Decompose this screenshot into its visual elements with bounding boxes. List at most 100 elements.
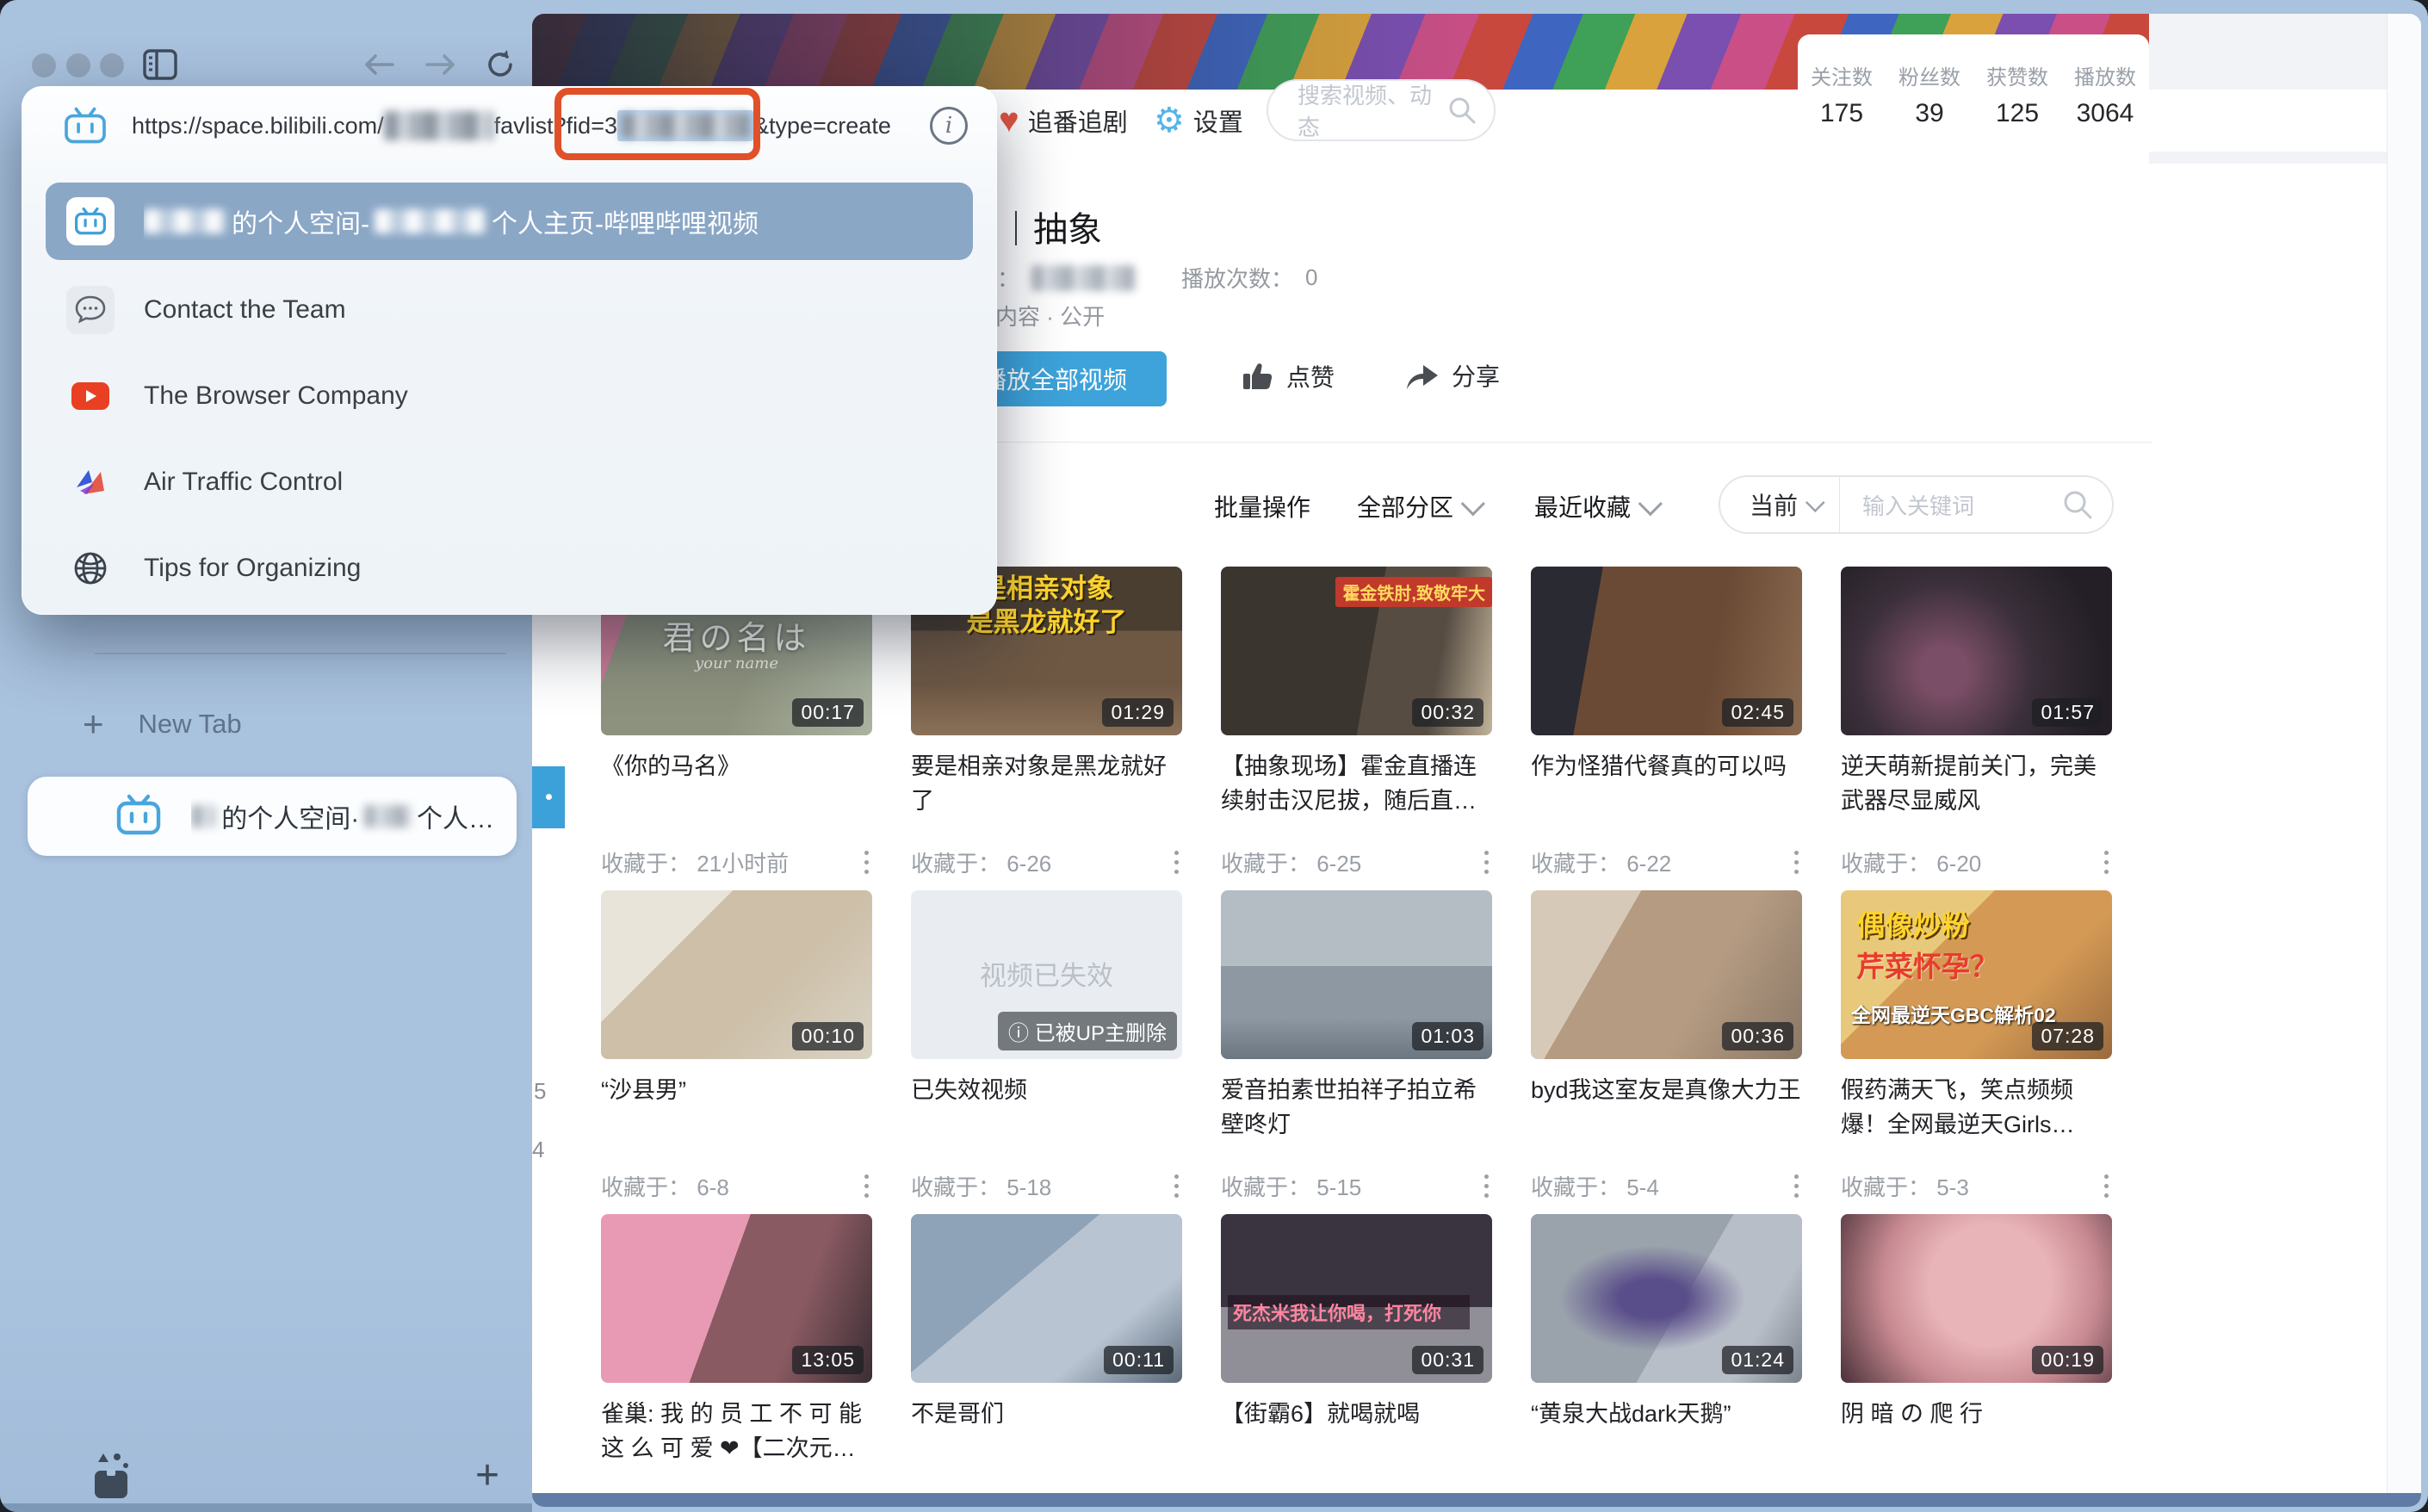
close-window-button[interactable]: [32, 53, 56, 77]
sidebar-toggle-icon[interactable]: [142, 46, 178, 83]
video-card[interactable]: 13:05 雀巢: 我 的 员 工 不 可 能 这 么 可 爱 ❤【二次元爆改 …: [601, 1214, 872, 1507]
suggestion-tips-organizing[interactable]: Tips for Organizing: [46, 527, 973, 610]
video-title[interactable]: “沙县男”: [601, 1073, 872, 1143]
url-text[interactable]: https://space.bilibili.com/ favlist? fid…: [132, 110, 891, 141]
more-options-icon[interactable]: [2101, 1171, 2112, 1201]
nav-item-bangumi[interactable]: ♥ 追番追剧: [999, 90, 1128, 152]
more-options-icon[interactable]: [861, 847, 872, 877]
video-thumbnail[interactable]: 视频已失效ⓘ 已被UP主删除: [911, 890, 1182, 1059]
video-thumbnail[interactable]: 07:28 偶像炒粉芹菜怀孕？全网最逆天GBC解析02: [1841, 890, 2112, 1059]
stat-following[interactable]: 关注数 175: [1798, 34, 1886, 153]
more-options-icon[interactable]: [1171, 847, 1182, 877]
video-title[interactable]: 雀巢: 我 的 员 工 不 可 能 这 么 可 爱 ❤【二次元爆改: [601, 1397, 872, 1467]
video-title[interactable]: 假药满天飞，笑点频频爆！全网最逆天Girls Band Cry解析: [1841, 1073, 2112, 1143]
video-card[interactable]: 00:10 “沙县男” 收藏于： 6-8: [601, 890, 872, 1214]
more-options-icon[interactable]: [1481, 1171, 1492, 1201]
more-options-icon[interactable]: [1791, 847, 1802, 877]
forward-icon[interactable]: [424, 50, 458, 79]
batch-operations-button[interactable]: 批量操作: [1214, 489, 1310, 524]
video-thumbnail[interactable]: 01:24: [1531, 1214, 1802, 1383]
video-thumbnail[interactable]: 13:05: [601, 1214, 872, 1383]
video-title[interactable]: “黄泉大战dark天鹅”: [1531, 1397, 1802, 1467]
video-card[interactable]: 00:36 byd我这室友是真像大力王 收藏于： 5-4: [1531, 890, 1802, 1214]
saved-date: 收藏于： 6-8: [601, 1170, 729, 1202]
minimize-window-button[interactable]: [66, 53, 90, 77]
more-options-icon[interactable]: [861, 1171, 872, 1201]
heart-icon: ♥: [999, 103, 1019, 138]
video-card[interactable]: 00:32 霍金铁肘,致敬牢大 【抽象现场】霍金直播连续射击汉尼拔，随后直播间被…: [1221, 567, 1492, 890]
video-title[interactable]: 阴 暗 の 爬 行: [1841, 1397, 2112, 1467]
video-card[interactable]: 00:17 君の名はyour name 《你的马名》 收藏于： 21小时前: [601, 567, 872, 890]
video-title[interactable]: 要是相亲对象是黑龙就好了: [911, 749, 1182, 820]
video-title[interactable]: 【街霸6】就喝就喝: [1221, 1397, 1492, 1467]
video-title[interactable]: 【抽象现场】霍金直播连续射击汉尼拔，随后直播间被封: [1221, 749, 1492, 820]
video-thumbnail[interactable]: 02:45: [1531, 567, 1802, 735]
video-meta-row: 收藏于： 6-22: [1531, 846, 1802, 878]
video-card[interactable]: 01:29 是相亲对象 是黑龙就好了 要是相亲对象是黑龙就好了 收藏于： 6-2…: [911, 567, 1182, 890]
space-search-box[interactable]: 搜索视频、动态: [1267, 79, 1496, 141]
video-card[interactable]: 02:45 作为怪猎代餐真的可以吗 收藏于： 6-22: [1531, 567, 1802, 890]
video-thumbnail[interactable]: 00:19: [1841, 1214, 2112, 1383]
search-scope-dropdown[interactable]: 当前: [1720, 487, 1839, 522]
video-card[interactable]: 视频已失效ⓘ 已被UP主删除 已失效视频 收藏于： 5-18: [911, 890, 1182, 1214]
video-thumbnail[interactable]: 01:57: [1841, 567, 2112, 735]
leftnav-count: 4: [532, 1137, 544, 1163]
url-bar[interactable]: https://space.bilibili.com/ favlist? fid…: [22, 86, 997, 165]
category-dropdown[interactable]: 全部分区: [1357, 489, 1479, 524]
video-title[interactable]: 已失效视频: [911, 1073, 1182, 1143]
video-title[interactable]: 不是哥们: [911, 1397, 1182, 1467]
library-icon[interactable]: [83, 1448, 139, 1502]
video-title[interactable]: 爱音拍素世拍祥子拍立希壁咚灯: [1221, 1073, 1492, 1143]
video-title[interactable]: 《你的马名》: [601, 749, 872, 820]
video-title[interactable]: 作为怪猎代餐真的可以吗: [1531, 749, 1802, 820]
thumbnail-caption: 君の名は: [601, 611, 872, 659]
keyword-search-box[interactable]: 当前 输入关键词: [1719, 475, 2114, 534]
sort-dropdown[interactable]: 最近收藏: [1534, 489, 1657, 524]
saved-date: 收藏于： 6-25: [1221, 846, 1361, 878]
stat-plays[interactable]: 播放数 3064: [2061, 34, 2149, 153]
video-card[interactable]: 00:11 不是哥们 收藏于： 4-28: [911, 1214, 1182, 1507]
more-options-icon[interactable]: [1171, 1171, 1182, 1201]
zoom-window-button[interactable]: [100, 53, 124, 77]
stat-followers[interactable]: 粉丝数 39: [1886, 34, 1973, 153]
new-tab-button[interactable]: + New Tab: [83, 706, 242, 742]
video-thumbnail[interactable]: 00:36: [1531, 890, 1802, 1059]
video-thumbnail[interactable]: 00:32 霍金铁肘,致敬牢大: [1221, 567, 1492, 735]
video-card[interactable]: 01:57 逆天萌新提前关门，完美武器尽显威风 收藏于： 6-20: [1841, 567, 2112, 890]
suggestion-contact-team[interactable]: Contact the Team: [46, 269, 973, 351]
scrollbar-gutter[interactable]: [2387, 14, 2421, 1507]
nav-item-settings[interactable]: ⚙ 设置: [1154, 90, 1243, 152]
video-thumbnail[interactable]: 00:10: [601, 890, 872, 1059]
more-options-icon[interactable]: [1791, 1171, 1802, 1201]
video-card[interactable]: 00:31 死杰米我让你喝，打死你 【街霸6】就喝就喝 收藏于： 4-28: [1221, 1214, 1492, 1507]
suggestion-selected[interactable]: 的个人空间- 个人主页-哔哩哔哩视频: [46, 183, 973, 260]
video-card[interactable]: 07:28 偶像炒粉芹菜怀孕？全网最逆天GBC解析02 假药满天飞，笑点频频爆！…: [1841, 890, 2112, 1214]
active-tab[interactable]: 的个人空间· 个人…: [28, 777, 517, 856]
like-button[interactable]: 点赞: [1240, 358, 1335, 394]
suggestion-browser-company[interactable]: The Browser Company: [46, 355, 973, 437]
suggestion-air-traffic-control[interactable]: Air Traffic Control: [46, 441, 973, 524]
page-info-icon[interactable]: i: [930, 107, 968, 145]
thumbnail-caption: 全网最逆天GBC解析02: [1851, 999, 2056, 1028]
chevron-down-icon: [1806, 493, 1825, 512]
add-space-icon[interactable]: +: [475, 1455, 499, 1497]
video-thumbnail[interactable]: 00:11: [911, 1214, 1182, 1383]
stat-likes[interactable]: 获赞数 125: [1973, 34, 2061, 153]
share-button[interactable]: 分享: [1403, 358, 1500, 393]
back-icon[interactable]: [362, 50, 396, 79]
thumbnail-caption: 偶像炒粉: [1856, 902, 1970, 944]
video-card[interactable]: 01:24 “黄泉大战dark天鹅” 收藏于： 4-18: [1531, 1214, 1802, 1507]
video-meta-row: 收藏于： 5-3: [1841, 1170, 2112, 1202]
video-card[interactable]: 00:19 阴 暗 の 爬 行 收藏于： 4-16: [1841, 1214, 2112, 1507]
section-divider: [964, 442, 2152, 443]
video-title[interactable]: byd我这室友是真像大力王: [1531, 1073, 1802, 1143]
video-title[interactable]: 逆天萌新提前关门，完美武器尽显威风: [1841, 749, 2112, 820]
more-options-icon[interactable]: [1481, 847, 1492, 877]
video-thumbnail[interactable]: 00:31 死杰米我让你喝，打死你: [1221, 1214, 1492, 1383]
video-thumbnail[interactable]: 01:03: [1221, 890, 1492, 1059]
more-options-icon[interactable]: [2101, 847, 2112, 877]
reload-icon[interactable]: [482, 46, 518, 83]
space-leftnav-active-item[interactable]: [532, 766, 565, 828]
saved-date: 收藏于： 6-26: [911, 846, 1051, 878]
video-card[interactable]: 01:03 爱音拍素世拍祥子拍立希壁咚灯 收藏于： 5-15: [1221, 890, 1492, 1214]
